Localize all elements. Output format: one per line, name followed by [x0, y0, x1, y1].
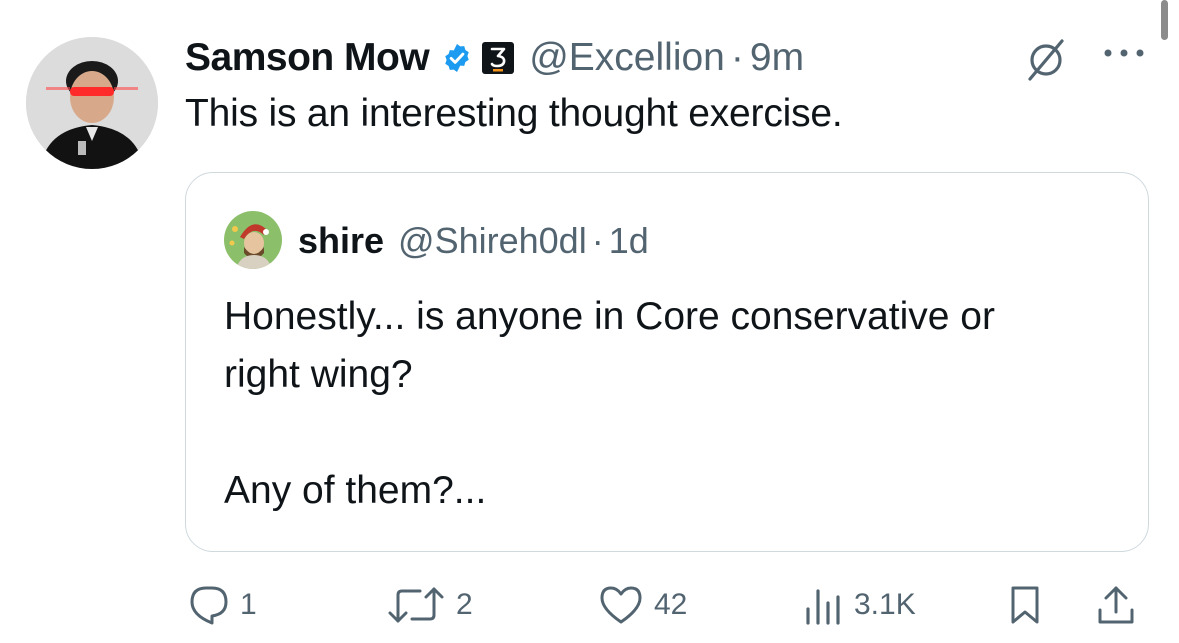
bookmark-button[interactable]	[1008, 584, 1042, 626]
views-count: 3.1K	[854, 588, 916, 621]
author-handle[interactable]: @Excellion	[529, 36, 725, 80]
quoted-separator-dot: ·	[591, 220, 604, 261]
repost-button[interactable]: 2	[386, 584, 473, 626]
like-button[interactable]: 42	[598, 584, 687, 626]
tweet-text: This is an interesting thought exercise.	[185, 92, 843, 135]
verified-badge-icon[interactable]	[441, 42, 473, 74]
reply-count: 1	[240, 588, 257, 621]
quoted-author-handle[interactable]: @Shireh0dl	[398, 220, 587, 262]
author-avatar-image	[26, 37, 158, 169]
quoted-tweet-header: shire @Shireh0dl · 1d	[298, 216, 649, 266]
like-count: 42	[654, 588, 688, 621]
author-avatar[interactable]	[26, 37, 158, 169]
quoted-tweet-text: Honestly... is anyone in Core conservati…	[224, 295, 995, 512]
share-button[interactable]	[1096, 584, 1136, 626]
tweet-header: Samson Mow @Excellion · 9m	[185, 30, 804, 86]
repost-icon	[388, 587, 444, 623]
quoted-author-avatar[interactable]	[224, 211, 282, 269]
jan3-badge-icon[interactable]	[481, 41, 515, 75]
grok-icon[interactable]	[1022, 36, 1070, 89]
quoted-author-name[interactable]: shire	[298, 220, 384, 262]
reply-button[interactable]: 1	[188, 584, 257, 626]
views-icon	[806, 589, 840, 625]
separator-dot: ·	[730, 36, 744, 79]
quoted-tweet-time[interactable]: 1d	[609, 220, 649, 262]
more-icon[interactable]	[1102, 46, 1146, 64]
quoted-tweet[interactable]: shire @Shireh0dl · 1d Honestly... is any…	[185, 172, 1149, 552]
views-button[interactable]: 3.1K	[804, 584, 916, 626]
reply-icon	[190, 586, 228, 625]
author-name[interactable]: Samson Mow	[185, 36, 430, 80]
bookmark-icon	[1011, 586, 1039, 624]
scrollbar[interactable]	[1161, 0, 1168, 40]
share-icon	[1098, 586, 1134, 624]
heart-icon	[600, 586, 642, 624]
tweet-time[interactable]: 9m	[750, 36, 804, 80]
repost-count: 2	[456, 588, 473, 621]
quoted-author-avatar-image	[224, 211, 282, 269]
